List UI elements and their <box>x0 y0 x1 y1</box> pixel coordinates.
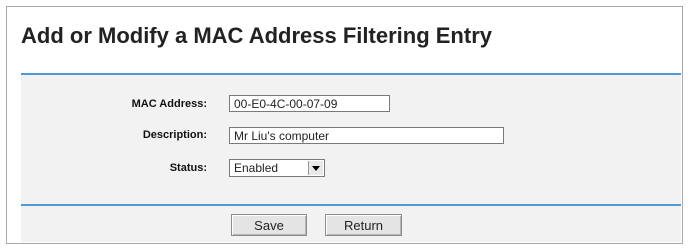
mac-address-label: MAC Address: <box>131 98 207 110</box>
save-button[interactable]: Save <box>231 214 307 236</box>
return-button[interactable]: Return <box>325 214 402 236</box>
mac-address-input[interactable] <box>229 95 390 112</box>
button-bar: Save Return <box>21 206 681 242</box>
status-label: Status: <box>169 162 207 174</box>
description-label: Description: <box>142 129 207 141</box>
page-title: Add or Modify a MAC Address Filtering En… <box>21 23 492 48</box>
entry-form: MAC Address: Description: Status: Enable… <box>21 75 681 204</box>
description-input[interactable] <box>229 127 504 144</box>
chevron-down-icon[interactable] <box>308 161 323 175</box>
filtering-entry-panel: Add or Modify a MAC Address Filtering En… <box>6 6 683 244</box>
status-select[interactable]: Enabled <box>229 159 325 177</box>
status-selected-value: Enabled <box>234 161 279 175</box>
